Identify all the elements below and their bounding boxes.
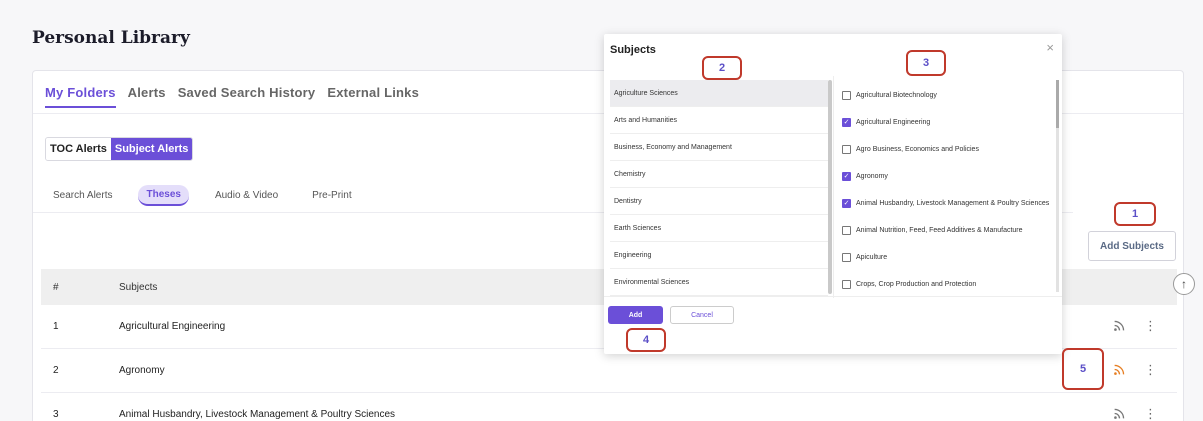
arrow-up-icon: ↑ — [1181, 277, 1187, 291]
subject-option[interactable]: Agricultural Biotechnology — [842, 82, 1054, 109]
checkbox-checked[interactable]: ✓ — [842, 118, 851, 127]
rss-active-icon[interactable] — [1113, 363, 1126, 376]
subject-option[interactable]: Crops, Crop Production and Protection — [842, 271, 1054, 298]
kebab-menu-icon[interactable]: ⋮ — [1144, 319, 1157, 332]
category-item[interactable]: Dentistry — [610, 188, 828, 215]
kebab-menu-icon[interactable]: ⋮ — [1144, 363, 1157, 376]
add-subjects-button[interactable]: Add Subjects — [1088, 231, 1176, 261]
subject-option[interactable]: ✓ Animal Husbandry, Livestock Management … — [842, 190, 1054, 217]
checkbox[interactable] — [842, 253, 851, 262]
modal-column-divider — [833, 76, 834, 298]
callout-2: 2 — [702, 56, 742, 80]
rss-icon[interactable] — [1113, 319, 1126, 332]
table-row: 2 Agronomy ⋮ — [41, 349, 1177, 393]
subject-option-label: Crops, Crop Production and Protection — [856, 281, 977, 288]
toc-alerts-button[interactable]: TOC Alerts — [46, 138, 111, 160]
callout-3: 3 — [906, 50, 946, 76]
kebab-menu-icon[interactable]: ⋮ — [1144, 407, 1157, 420]
modal-title: Subjects — [610, 44, 656, 56]
category-item[interactable]: Business, Economy and Management — [610, 134, 828, 161]
close-icon[interactable]: × — [1046, 40, 1054, 55]
row-subject: Agronomy — [119, 365, 165, 376]
checkbox-checked[interactable]: ✓ — [842, 172, 851, 181]
subject-option[interactable]: Agro Business, Economics and Policies — [842, 136, 1054, 163]
subject-option-label: Agro Business, Economics and Policies — [856, 146, 979, 153]
row-subject: Animal Husbandry, Livestock Management &… — [119, 409, 396, 420]
tab-alerts[interactable]: Alerts — [128, 85, 166, 108]
checkbox[interactable] — [842, 91, 851, 100]
sub-tabs: Search Alerts Theses Audio & Video Pre-P… — [45, 185, 360, 206]
subject-option[interactable]: Animal Nutrition, Feed, Feed Additives &… — [842, 217, 1054, 244]
page-title: Personal Library — [32, 28, 190, 48]
category-item[interactable]: Arts and Humanities — [610, 107, 828, 134]
tab-external-links[interactable]: External Links — [327, 85, 419, 108]
table-row: 3 Animal Husbandry, Livestock Management… — [41, 393, 1177, 421]
subject-option-label: Agricultural Biotechnology — [856, 92, 937, 99]
scroll-to-top-button[interactable]: ↑ — [1173, 273, 1195, 295]
category-item[interactable]: Agriculture Sciences — [610, 80, 828, 107]
subject-option-label: Agricultural Engineering — [856, 119, 931, 126]
subject-option-label: Animal Husbandry, Livestock Management &… — [856, 200, 1050, 207]
category-item[interactable]: Earth Sciences — [610, 215, 828, 242]
subject-option[interactable]: ✓ Agricultural Engineering — [842, 109, 1054, 136]
subtab-theses[interactable]: Theses — [138, 185, 189, 206]
row-num: 1 — [53, 321, 59, 332]
checkbox[interactable] — [842, 145, 851, 154]
checkbox[interactable] — [842, 226, 851, 235]
callout-1: 1 — [1114, 202, 1156, 226]
alert-type-toggle: TOC Alerts Subject Alerts — [45, 137, 194, 161]
rss-icon[interactable] — [1113, 407, 1126, 420]
row-num: 3 — [53, 409, 59, 420]
category-item[interactable]: Environmental Sciences — [610, 269, 828, 296]
category-item[interactable]: Chemistry — [610, 161, 828, 188]
category-scrollbar[interactable] — [828, 80, 832, 294]
subject-checkbox-list: Agricultural Biotechnology ✓ Agricultural… — [842, 82, 1054, 298]
subject-option-label: Agronomy — [856, 173, 888, 180]
modal-add-button[interactable]: Add — [608, 306, 663, 324]
subject-option-label: Animal Nutrition, Feed, Feed Additives &… — [856, 227, 1023, 234]
subtab-audio-video[interactable]: Audio & Video — [207, 186, 286, 205]
modal-cancel-button[interactable]: Cancel — [670, 306, 734, 324]
row-num: 2 — [53, 365, 59, 376]
subtab-pre-print[interactable]: Pre-Print — [304, 186, 359, 205]
subject-option[interactable]: Apiculture — [842, 244, 1054, 271]
main-tabs: My Folders Alerts Saved Search History E… — [45, 85, 419, 108]
subject-option-label: Apiculture — [856, 254, 888, 261]
tab-saved-search-history[interactable]: Saved Search History — [178, 85, 316, 108]
callout-5: 5 — [1062, 348, 1104, 390]
category-item[interactable]: Engineering — [610, 242, 828, 269]
modal-footer-divider — [604, 296, 1062, 297]
checkbox-checked[interactable]: ✓ — [842, 199, 851, 208]
subtab-search-alerts[interactable]: Search Alerts — [45, 186, 120, 205]
checkbox[interactable] — [842, 280, 851, 289]
subject-option[interactable]: ✓ Agronomy — [842, 163, 1054, 190]
subject-alerts-button[interactable]: Subject Alerts — [110, 138, 193, 160]
header-num: # — [53, 281, 59, 293]
tab-my-folders[interactable]: My Folders — [45, 85, 116, 108]
subject-scrollbar-thumb[interactable] — [1056, 80, 1059, 128]
subjects-modal: Subjects × Agriculture Sciences Arts and… — [604, 34, 1062, 354]
subject-category-list: Agriculture Sciences Arts and Humanities… — [610, 80, 828, 296]
callout-4: 4 — [626, 328, 666, 352]
